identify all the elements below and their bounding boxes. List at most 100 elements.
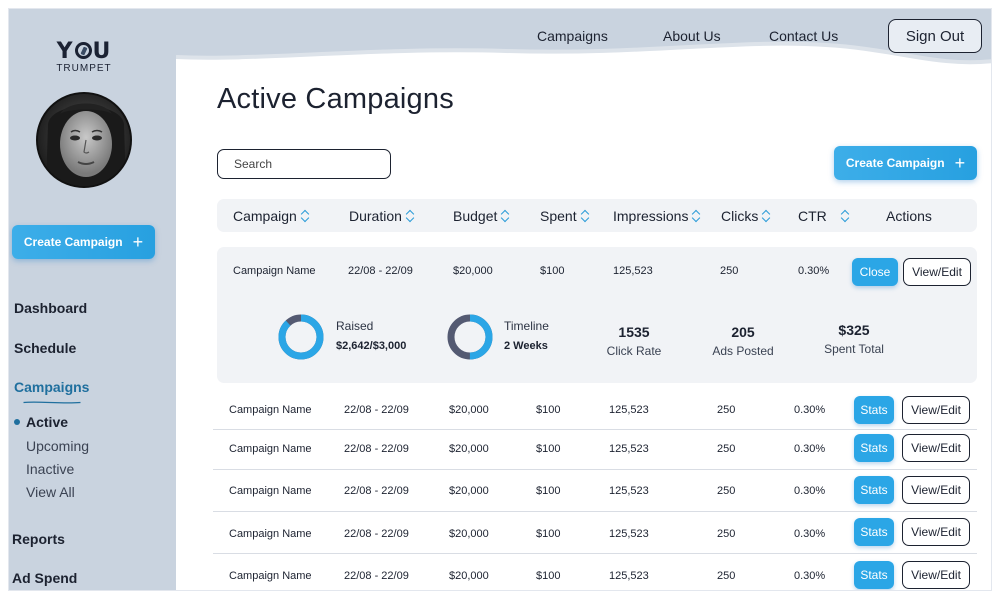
plus-icon: + bbox=[132, 232, 144, 252]
table-row: Campaign Name 22/08 - 22/09 $20,000 $100… bbox=[213, 512, 977, 554]
create-campaign-label: Create Campaign bbox=[845, 156, 945, 170]
nav-schedule[interactable]: Schedule bbox=[14, 340, 76, 356]
cell-duration: 22/08 - 22/09 bbox=[344, 570, 409, 582]
cell-duration: 22/08 - 22/09 bbox=[344, 485, 409, 497]
topnav-campaigns[interactable]: Campaigns bbox=[537, 28, 608, 44]
sort-icon bbox=[841, 210, 851, 222]
cell-duration: 22/08 - 22/09 bbox=[344, 528, 409, 540]
plus-icon: + bbox=[954, 153, 966, 173]
cell-budget: $20,000 bbox=[453, 265, 493, 277]
cell-impressions: 125,523 bbox=[609, 570, 649, 582]
close-button[interactable]: Close bbox=[852, 258, 898, 286]
sub-nav-inactive[interactable]: Inactive bbox=[26, 461, 74, 477]
view-edit-button[interactable]: View/Edit bbox=[902, 396, 970, 424]
column-header-clicks[interactable]: Clicks bbox=[721, 208, 772, 224]
cell-ctr: 0.30% bbox=[794, 443, 826, 455]
sub-nav-view-all[interactable]: View All bbox=[26, 484, 75, 500]
search-input[interactable] bbox=[217, 149, 391, 179]
cell-clicks: 250 bbox=[717, 528, 736, 540]
cell-impressions: 125,523 bbox=[609, 443, 649, 455]
click-rate-value: 1535 bbox=[618, 324, 650, 340]
sort-icon bbox=[406, 210, 416, 222]
expanded-campaign-row: Campaign Name 22/08 - 22/09 $20,000 $100… bbox=[217, 247, 977, 383]
timeline-progress-ring bbox=[447, 314, 493, 360]
stats-button[interactable]: Stats bbox=[854, 518, 894, 546]
cell-budget: $20,000 bbox=[449, 404, 489, 416]
cell-clicks: 250 bbox=[717, 485, 736, 497]
cell-clicks: 250 bbox=[717, 404, 736, 416]
app-frame: Y UYU TRUMPET bbox=[8, 8, 992, 591]
view-edit-button[interactable]: View/Edit bbox=[902, 561, 970, 589]
raised-value: $2,642/$3,000 bbox=[336, 340, 407, 352]
column-header-impressions[interactable]: Impressions bbox=[613, 208, 702, 224]
sign-out-button[interactable]: Sign Out bbox=[888, 19, 982, 53]
column-header-campaign[interactable]: Campaign bbox=[233, 208, 311, 224]
nav-campaigns-underline bbox=[23, 401, 81, 404]
column-header-duration[interactable]: Duration bbox=[349, 208, 416, 224]
cell-spent: $100 bbox=[536, 404, 561, 416]
sub-nav-active[interactable]: Active bbox=[26, 414, 68, 430]
table-row: Campaign Name 22/08 - 22/09 $20,000 $100… bbox=[213, 390, 977, 430]
raised-progress-ring bbox=[278, 314, 324, 360]
cell-campaign: Campaign Name bbox=[229, 404, 312, 416]
cell-ctr: 0.30% bbox=[794, 404, 826, 416]
column-header-actions: Actions bbox=[886, 208, 932, 224]
view-edit-button[interactable]: View/Edit bbox=[903, 258, 971, 286]
stats-button[interactable]: Stats bbox=[854, 434, 894, 462]
cell-duration: 22/08 - 22/09 bbox=[348, 265, 413, 277]
stats-button[interactable]: Stats bbox=[854, 396, 894, 424]
logo-subtitle: TRUMPET bbox=[56, 63, 112, 74]
cell-spent: $100 bbox=[536, 528, 561, 540]
stats-button[interactable]: Stats bbox=[854, 561, 894, 589]
cell-impressions: 125,523 bbox=[609, 485, 649, 497]
topnav-contact-us[interactable]: Contact Us bbox=[769, 28, 838, 44]
topnav-about-us[interactable]: About Us bbox=[663, 28, 721, 44]
cell-clicks: 250 bbox=[717, 570, 736, 582]
logo[interactable]: Y UYU TRUMPET bbox=[49, 41, 119, 74]
table-row: Campaign Name 22/08 - 22/09 $20,000 $100… bbox=[213, 554, 977, 590]
sub-nav-upcoming[interactable]: Upcoming bbox=[26, 438, 89, 454]
sidebar-create-campaign-label: Create Campaign bbox=[23, 235, 123, 249]
cell-spent: $100 bbox=[536, 570, 561, 582]
stats-button[interactable]: Stats bbox=[854, 476, 894, 504]
nav-dashboard[interactable]: Dashboard bbox=[14, 300, 87, 316]
view-edit-button[interactable]: View/Edit bbox=[902, 434, 970, 462]
cell-ctr: 0.30% bbox=[794, 528, 826, 540]
cell-budget: $20,000 bbox=[449, 528, 489, 540]
spent-total-value: $325 bbox=[838, 322, 870, 338]
cell-budget: $20,000 bbox=[449, 570, 489, 582]
sidebar: Y UYU TRUMPET bbox=[9, 9, 176, 590]
ads-posted-label: Ads Posted bbox=[712, 344, 774, 358]
cell-ctr: 0.30% bbox=[794, 485, 826, 497]
ads-posted-value: 205 bbox=[731, 324, 755, 340]
cell-campaign: Campaign Name bbox=[229, 485, 312, 497]
cell-campaign: Campaign Name bbox=[229, 528, 312, 540]
nav-campaigns[interactable]: Campaigns bbox=[14, 379, 89, 395]
avatar[interactable] bbox=[36, 92, 132, 188]
cell-budget: $20,000 bbox=[449, 485, 489, 497]
view-edit-button[interactable]: View/Edit bbox=[902, 476, 970, 504]
nav-reports[interactable]: Reports bbox=[12, 531, 65, 547]
raised-label: Raised bbox=[336, 319, 374, 333]
cell-spent: $100 bbox=[536, 485, 561, 497]
cell-impressions: 125,523 bbox=[613, 265, 653, 277]
view-edit-button[interactable]: View/Edit bbox=[902, 518, 970, 546]
timeline-value: 2 Weeks bbox=[504, 340, 548, 352]
cell-duration: 22/08 - 22/09 bbox=[344, 443, 409, 455]
sidebar-create-campaign-button[interactable]: Create Campaign + bbox=[12, 225, 155, 259]
column-header-spent[interactable]: Spent bbox=[540, 208, 591, 224]
column-header-ctr[interactable]: CTR bbox=[798, 208, 851, 224]
sort-icon bbox=[581, 210, 591, 222]
column-header-budget[interactable]: Budget bbox=[453, 208, 511, 224]
sort-icon bbox=[501, 210, 511, 222]
cell-campaign: Campaign Name bbox=[229, 443, 312, 455]
cell-duration: 22/08 - 22/09 bbox=[344, 404, 409, 416]
create-campaign-button[interactable]: Create Campaign + bbox=[834, 146, 977, 180]
cell-impressions: 125,523 bbox=[609, 528, 649, 540]
nav-ad-spend[interactable]: Ad Spend bbox=[12, 570, 77, 586]
cell-clicks: 250 bbox=[720, 265, 739, 277]
cell-ctr: 0.30% bbox=[798, 265, 830, 277]
cell-clicks: 250 bbox=[717, 443, 736, 455]
cell-budget: $20,000 bbox=[449, 443, 489, 455]
click-rate-label: Click Rate bbox=[606, 344, 662, 358]
